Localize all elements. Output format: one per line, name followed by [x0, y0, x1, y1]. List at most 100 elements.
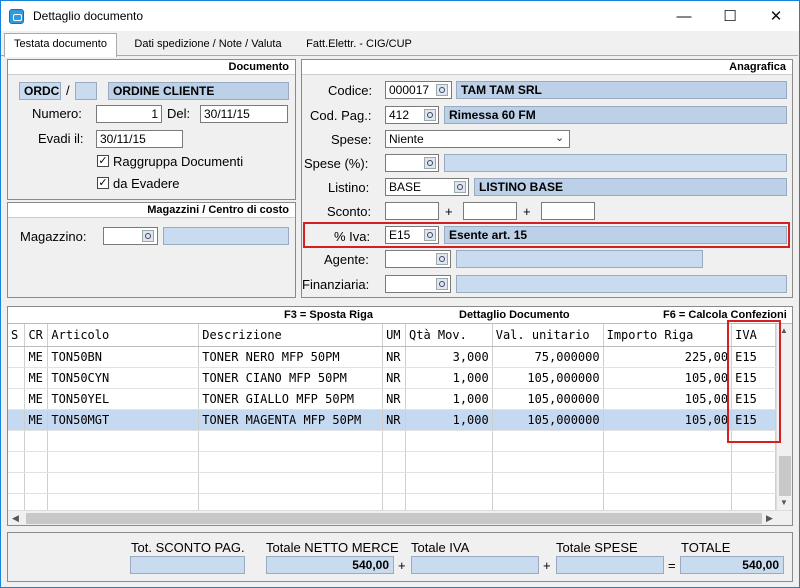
- cell-qta[interactable]: 1,000: [405, 409, 493, 431]
- listino-label: Listino:: [328, 180, 370, 195]
- col-header-descrizione[interactable]: Descrizione: [198, 324, 384, 347]
- cell-um[interactable]: NR: [382, 409, 407, 431]
- documento-header: Documento: [8, 60, 295, 75]
- sconto1-input[interactable]: [385, 202, 439, 220]
- cell-articolo[interactable]: TON50MGT: [47, 409, 200, 431]
- spese-perc-label: Spese (%):: [304, 156, 369, 171]
- table-row-empty[interactable]: [8, 472, 776, 494]
- table-row-empty[interactable]: [8, 451, 776, 473]
- table-row[interactable]: ME TON50CYN TONER CIANO MFP 50PM NR 1,00…: [8, 367, 776, 389]
- sconto2-input[interactable]: [463, 202, 517, 220]
- cell-descrizione[interactable]: TONER CIANO MFP 50PM: [198, 367, 384, 389]
- hint-sposta-riga: F3 = Sposta Riga: [284, 309, 373, 321]
- horizontal-scroll-thumb[interactable]: [26, 513, 762, 524]
- cell-cr[interactable]: ME: [24, 346, 49, 368]
- finanziaria-search-icon[interactable]: [436, 278, 448, 290]
- codpag-search-icon[interactable]: [424, 109, 436, 121]
- cell-s[interactable]: [8, 388, 26, 410]
- anagrafica-header: Anagrafica: [302, 60, 792, 75]
- cell-descrizione[interactable]: TONER GIALLO MFP 50PM: [198, 388, 384, 410]
- col-header-cr[interactable]: CR: [24, 324, 49, 347]
- listino-search-icon[interactable]: [454, 181, 466, 193]
- agente-label: Agente:: [324, 252, 369, 267]
- evadi-input[interactable]: 30/11/15: [96, 130, 183, 148]
- cell-val-unitario[interactable]: 105,000000: [492, 409, 604, 431]
- tab-dati-spedizione[interactable]: Dati spedizione / Note / Valuta: [122, 34, 294, 56]
- da-evadere-checkbox[interactable]: ✓: [97, 177, 109, 189]
- magazzino-search-icon[interactable]: [142, 230, 154, 242]
- codpag-descrizione: Rimessa 60 FM: [444, 106, 787, 124]
- sconto3-input[interactable]: [541, 202, 595, 220]
- iva-search-icon[interactable]: [424, 229, 436, 241]
- cell-s[interactable]: [8, 409, 26, 431]
- cell-um[interactable]: NR: [382, 367, 407, 389]
- table-row-selected[interactable]: ME TON50MGT TONER MAGENTA MFP 50PM NR 1,…: [8, 409, 776, 431]
- cliente-descrizione: TAM TAM SRL: [456, 81, 787, 99]
- table-row[interactable]: ME TON50BN TONER NERO MFP 50PM NR 3,000 …: [8, 346, 776, 368]
- cell-cr[interactable]: ME: [24, 409, 49, 431]
- cell-um[interactable]: NR: [382, 388, 407, 410]
- cell-val-unitario[interactable]: 75,000000: [492, 346, 604, 368]
- cell-qta[interactable]: 1,000: [405, 388, 493, 410]
- raggruppa-checkbox[interactable]: ✓: [97, 155, 109, 167]
- cell-val-unitario[interactable]: 105,000000: [492, 388, 604, 410]
- col-header-qta[interactable]: Qtà Mov.: [405, 324, 493, 347]
- maximize-button[interactable]: ☐: [707, 1, 753, 31]
- agente-search-icon[interactable]: [436, 253, 448, 265]
- cell-importo[interactable]: 105,00: [603, 409, 733, 431]
- tipo-documento-field[interactable]: ORDC: [19, 82, 61, 100]
- cell-val-unitario[interactable]: 105,000000: [492, 367, 604, 389]
- spese-perc-search-icon[interactable]: [424, 157, 436, 169]
- tab-fatt-elettr[interactable]: Fatt.Elettr. - CIG/CUP: [300, 34, 418, 56]
- magazzini-header: Magazzini / Centro di costo: [8, 203, 295, 218]
- cell-importo[interactable]: 105,00: [603, 367, 733, 389]
- cell-cr[interactable]: ME: [24, 388, 49, 410]
- minimize-button[interactable]: —: [661, 1, 707, 31]
- dettaglio-grid-panel: F3 = Sposta Riga Dettaglio Documento F6 …: [7, 306, 793, 526]
- plus-sign-1: +: [398, 558, 406, 573]
- numero-input[interactable]: 1: [96, 105, 162, 123]
- cell-descrizione[interactable]: TONER NERO MFP 50PM: [198, 346, 384, 368]
- cell-articolo[interactable]: TON50BN: [47, 346, 200, 368]
- col-header-val-unitario[interactable]: Val. unitario: [492, 324, 604, 347]
- table-row[interactable]: ME TON50YEL TONER GIALLO MFP 50PM NR 1,0…: [8, 388, 776, 410]
- close-button[interactable]: ✕: [753, 1, 799, 31]
- cell-articolo[interactable]: TON50YEL: [47, 388, 200, 410]
- spese-label: Spese:: [331, 132, 372, 147]
- cell-s[interactable]: [8, 367, 26, 389]
- chevron-down-icon[interactable]: ⌄: [555, 131, 564, 144]
- horizontal-scrollbar[interactable]: ◀ ▶: [8, 510, 792, 525]
- serie-field[interactable]: [75, 82, 97, 100]
- data-input[interactable]: 30/11/15: [200, 105, 288, 123]
- scroll-left-icon[interactable]: ◀: [12, 513, 19, 524]
- cell-s[interactable]: [8, 346, 26, 368]
- vertical-scroll-thumb[interactable]: [779, 456, 791, 496]
- table-row-empty[interactable]: [8, 493, 776, 511]
- table-row-empty[interactable]: [8, 430, 776, 452]
- col-header-um[interactable]: UM: [382, 324, 407, 347]
- totale-iva-value: [411, 556, 539, 574]
- grid-body: S CR Articolo Descrizione UM Qtà Mov. Va…: [8, 324, 776, 511]
- codice-search-icon[interactable]: [436, 84, 448, 96]
- totale-spese-label: Totale SPESE: [556, 540, 638, 555]
- scroll-right-icon[interactable]: ▶: [766, 513, 773, 524]
- tipo-separator: /: [66, 83, 70, 98]
- col-header-s[interactable]: S: [8, 324, 26, 347]
- tab-testata-documento[interactable]: Testata documento: [4, 33, 117, 57]
- cell-importo[interactable]: 225,00: [603, 346, 733, 368]
- cell-descrizione[interactable]: TONER MAGENTA MFP 50PM: [198, 409, 384, 431]
- cell-qta[interactable]: 3,000: [405, 346, 493, 368]
- scroll-up-icon[interactable]: ▲: [780, 326, 788, 335]
- totali-panel: [7, 532, 793, 582]
- col-header-importo[interactable]: Importo Riga: [603, 324, 733, 347]
- cell-qta[interactable]: 1,000: [405, 367, 493, 389]
- cell-articolo[interactable]: TON50CYN: [47, 367, 200, 389]
- spese-select[interactable]: Niente: [385, 130, 570, 148]
- cell-cr[interactable]: ME: [24, 367, 49, 389]
- cell-importo[interactable]: 105,00: [603, 388, 733, 410]
- cell-um[interactable]: NR: [382, 346, 407, 368]
- scroll-down-icon[interactable]: ▼: [780, 498, 788, 507]
- magazzino-descrizione: [163, 227, 289, 245]
- col-header-articolo[interactable]: Articolo: [47, 324, 200, 347]
- sconto-pag-label: Tot. SCONTO PAG.: [131, 540, 245, 555]
